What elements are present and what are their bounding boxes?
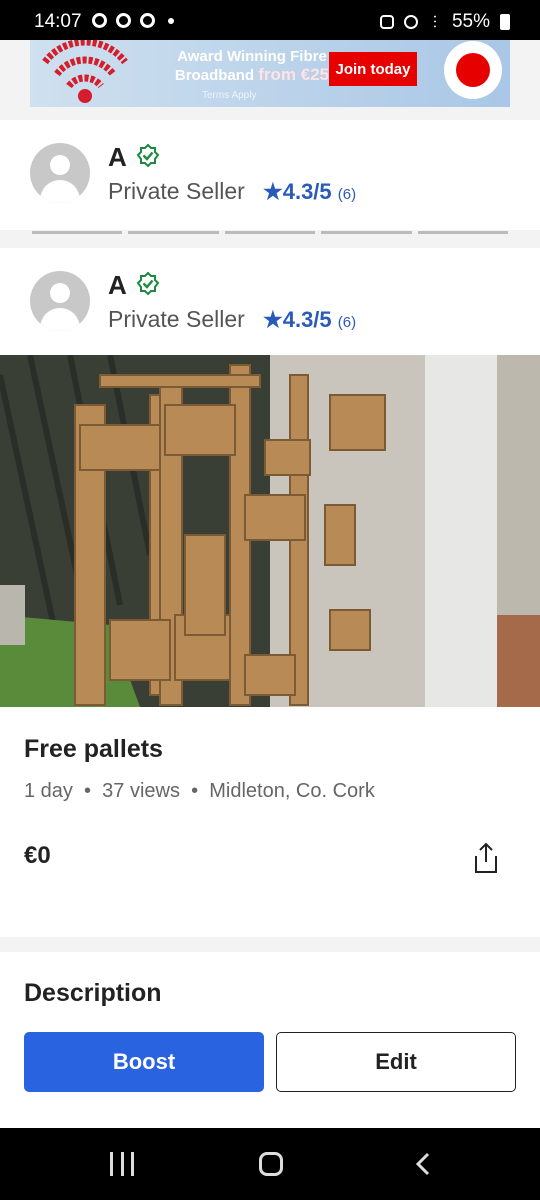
listing-location[interactable]: Midleton, Co. Cork: [209, 780, 375, 802]
battery-icon: [500, 14, 510, 30]
rating-count: (6): [337, 314, 357, 331]
chrome-icon: [140, 13, 155, 28]
seller-type: Private Seller: [108, 178, 245, 204]
seller-name: A: [108, 142, 127, 172]
clock-icon: [403, 15, 418, 29]
listing-views: 37 views: [102, 780, 180, 802]
ad-terms: Terms Apply: [202, 90, 257, 101]
avatar: [30, 143, 90, 203]
rating-count: (6): [337, 186, 357, 203]
thumbnail-strip[interactable]: [32, 228, 509, 234]
edit-button[interactable]: Edit: [276, 1032, 516, 1092]
chrome-icon: [116, 13, 131, 28]
description-heading: Description: [24, 979, 162, 1007]
rating-value: ★4.3/5: [263, 307, 332, 332]
listing-meta: 1 day • 37 views • Midleton, Co. Cork: [24, 780, 375, 802]
listing-price: €0: [24, 842, 51, 869]
chrome-icon: [92, 13, 107, 28]
verified-icon: [136, 272, 160, 296]
ad-headline-line1: Award Winning Fibre: [177, 48, 327, 65]
status-time: 14:07: [34, 11, 82, 32]
ad-price: from €25: [258, 65, 330, 84]
join-today-button[interactable]: Join today: [329, 52, 417, 86]
recents-icon[interactable]: [110, 1152, 134, 1176]
seller-type: Private Seller: [108, 306, 245, 332]
system-nav-bar: [0, 1128, 540, 1200]
status-bar: 14:07 ︙ 55%: [0, 0, 540, 40]
wifi-signal-icon: ︙: [427, 14, 442, 30]
listing-age: 1 day: [24, 780, 73, 802]
wifi-graphic-icon: [42, 40, 128, 103]
listing-title: Free pallets: [24, 735, 163, 763]
rating-value: ★4.3/5: [263, 179, 332, 204]
pallets-photo: [0, 355, 540, 707]
seller-card[interactable]: A Private Seller ★4.3/5 (6): [0, 248, 540, 358]
seller-name: A: [108, 270, 127, 300]
share-icon[interactable]: [472, 842, 500, 874]
back-icon[interactable]: [412, 1152, 434, 1176]
more-notifications-icon: [168, 18, 174, 24]
seller-rating: ★4.3/5 (6): [263, 179, 356, 205]
vodafone-logo: [444, 41, 502, 99]
seller-rating: ★4.3/5 (6): [263, 307, 356, 333]
avatar: [30, 271, 90, 331]
alarm-icon: [379, 15, 394, 29]
listing-photo[interactable]: [0, 355, 540, 707]
seller-card[interactable]: A Private Seller ★4.3/5 (6): [0, 120, 540, 230]
ad-headline: Award Winning Fibre Broadband from €25: [152, 48, 352, 85]
battery-text: 55%: [451, 11, 490, 32]
ad-headline-line2: Broadband: [174, 67, 255, 84]
ad-banner[interactable]: Award Winning Fibre Broadband from €25 T…: [30, 40, 510, 107]
boost-button[interactable]: Boost: [24, 1032, 264, 1092]
home-icon[interactable]: [259, 1152, 283, 1176]
verified-icon: [136, 144, 160, 168]
